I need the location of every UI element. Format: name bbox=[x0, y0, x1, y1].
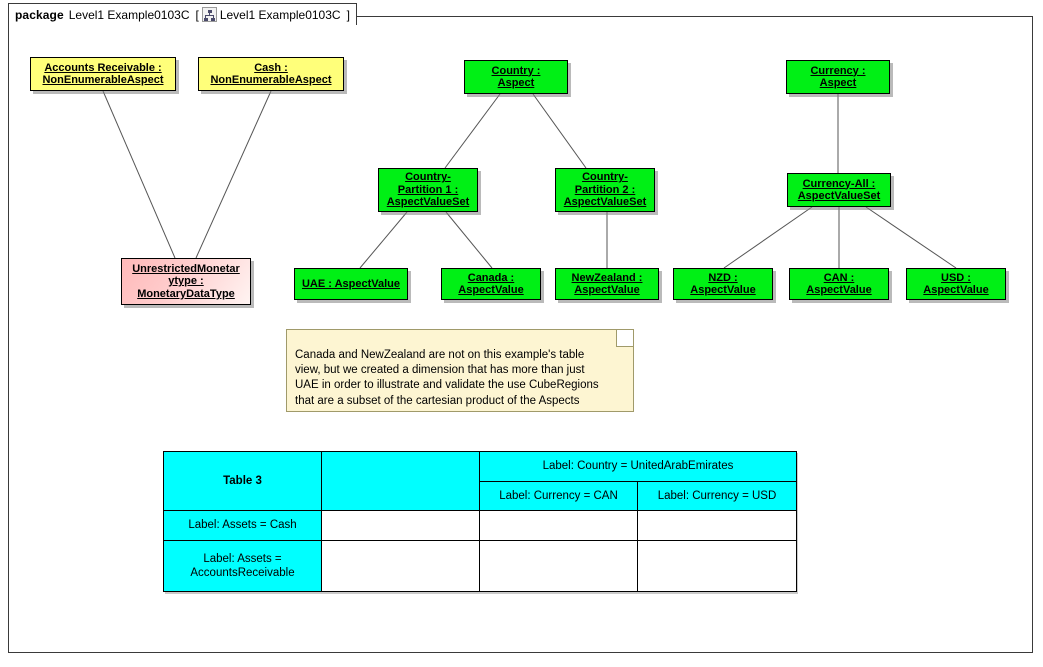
table-cell[interactable] bbox=[479, 539, 638, 593]
node-country-aspect[interactable]: Country : Aspect bbox=[464, 60, 568, 94]
table-cell[interactable] bbox=[637, 510, 797, 541]
hierarchy-icon bbox=[201, 7, 217, 22]
node-label: AspectValue bbox=[806, 284, 872, 296]
node-label: Aspect bbox=[497, 77, 535, 89]
node-label: Aspect bbox=[819, 77, 857, 89]
node-label: Country- bbox=[582, 171, 628, 184]
table-currency-header-can: Label: Currency = CAN bbox=[479, 480, 638, 512]
node-label: ytype : bbox=[168, 275, 204, 288]
node-label: Currency-All : bbox=[802, 177, 876, 190]
node-label: AspectValue bbox=[923, 284, 989, 296]
node-label: UnrestrictedMonetar bbox=[132, 262, 240, 275]
node-label: Partition 1 : bbox=[397, 183, 459, 196]
package-name: Level1 Example0103C bbox=[68, 7, 190, 22]
node-can-aspectvalue[interactable]: CAN : AspectValue bbox=[789, 268, 889, 300]
note-fold-edge bbox=[616, 330, 633, 347]
node-label: AspectValueSet bbox=[797, 190, 881, 202]
note-box: Canada and NewZealand are not on this ex… bbox=[286, 329, 634, 412]
table-header-row-1: Table 3 Label: Country = UnitedArabEmira… bbox=[163, 450, 797, 512]
node-newzealand-aspectvalue[interactable]: NewZealand : AspectValue bbox=[555, 268, 659, 300]
node-label: Accounts Receivable : bbox=[44, 61, 162, 74]
node-label: AspectValueSet bbox=[563, 196, 647, 209]
node-accounts-receivable[interactable]: Accounts Receivable : NonEnumerableAspect bbox=[30, 57, 176, 91]
package-diagram-name: Level1 Example0103C bbox=[219, 7, 341, 22]
node-currency-all[interactable]: Currency-All : AspectValueSet bbox=[787, 173, 891, 207]
table-cell[interactable] bbox=[637, 539, 797, 593]
note-text: Canada and NewZealand are not on this ex… bbox=[295, 349, 599, 407]
table-row: Label: Assets = AccountsReceivable bbox=[163, 539, 797, 593]
node-nzd-aspectvalue[interactable]: NZD : AspectValue bbox=[673, 268, 773, 300]
table-corner-blank bbox=[321, 450, 480, 512]
package-bracket-open: [ bbox=[195, 7, 199, 22]
node-currency-aspect[interactable]: Currency : Aspect bbox=[786, 60, 890, 94]
node-country-partition-1[interactable]: Country- Partition 1 : AspectValueSet bbox=[378, 168, 478, 212]
node-label: UAE : AspectValue bbox=[301, 277, 400, 290]
package-keyword: package bbox=[15, 7, 64, 22]
node-canada-aspectvalue[interactable]: Canada : AspectValue bbox=[441, 268, 541, 300]
node-cash[interactable]: Cash : NonEnumerableAspect bbox=[198, 57, 344, 91]
node-label: Country- bbox=[405, 171, 451, 184]
table-row: Label: Assets = Cash bbox=[163, 510, 797, 541]
diagram-canvas: package Level1 Example0103C [ Level1 Exa… bbox=[0, 0, 1043, 667]
table-title-cell: Table 3 bbox=[163, 450, 322, 512]
node-unrestricted-monetary-type[interactable]: UnrestrictedMonetar ytype : MonetaryDataTy… bbox=[121, 258, 251, 305]
table-3: Table 3 Label: Country = UnitedArabEmira… bbox=[163, 450, 797, 593]
node-label: Country : bbox=[491, 64, 541, 77]
node-label: NewZealand : bbox=[571, 271, 643, 284]
node-label: AspectValue bbox=[458, 284, 524, 296]
table-currency-header-usd: Label: Currency = USD bbox=[637, 480, 797, 512]
node-label: AspectValueSet bbox=[386, 196, 470, 209]
node-label: CAN : bbox=[823, 271, 855, 284]
node-label: AspectValue bbox=[690, 284, 756, 296]
node-country-partition-2[interactable]: Country- Partition 2 : AspectValueSet bbox=[555, 168, 655, 212]
table-cell[interactable] bbox=[321, 510, 480, 541]
node-label: MonetaryDataType bbox=[137, 287, 235, 300]
node-label: NZD : bbox=[708, 271, 738, 284]
table-cell[interactable] bbox=[321, 539, 480, 593]
node-label: NonEnumerableAspect bbox=[42, 74, 164, 86]
node-label: Currency : bbox=[810, 64, 866, 77]
table-cell[interactable] bbox=[479, 510, 638, 541]
node-label: NonEnumerableAspect bbox=[210, 74, 332, 86]
package-bracket-close: ] bbox=[346, 7, 350, 22]
node-label: Canada : bbox=[467, 271, 515, 284]
node-label: AspectValue bbox=[574, 284, 640, 296]
package-tab: package Level1 Example0103C [ Level1 Exa… bbox=[8, 3, 357, 25]
node-usd-aspectvalue[interactable]: USD : AspectValue bbox=[906, 268, 1006, 300]
table-row-header-cash: Label: Assets = Cash bbox=[163, 510, 322, 541]
table-country-header: Label: Country = UnitedArabEmirates bbox=[479, 451, 797, 482]
node-label: Partition 2 : bbox=[574, 183, 636, 196]
table-row-header-accounts-receivable: Label: Assets = AccountsReceivable bbox=[163, 539, 322, 593]
node-label: USD : bbox=[941, 271, 971, 284]
node-label: Cash : bbox=[254, 61, 288, 74]
node-uae-aspectvalue[interactable]: UAE : AspectValue bbox=[294, 268, 408, 300]
